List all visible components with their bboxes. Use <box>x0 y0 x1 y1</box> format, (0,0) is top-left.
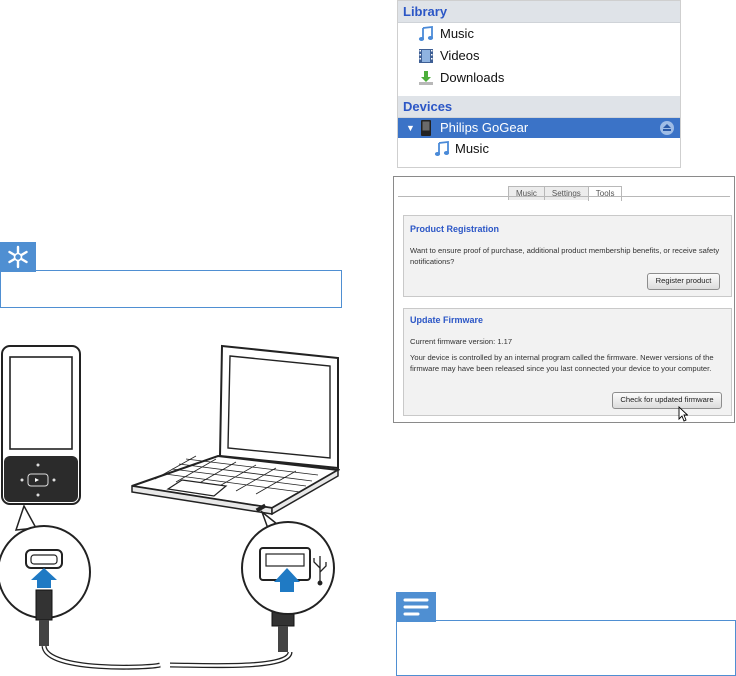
tip-box <box>0 271 342 308</box>
eject-icon[interactable] <box>660 121 674 135</box>
tools-panel: Music Settings Tools Product Registration … <box>393 176 735 423</box>
device-icon <box>421 120 431 136</box>
devices-header: Devices <box>398 96 680 118</box>
film-icon <box>419 49 433 63</box>
update-firmware-section: Update Firmware Current firmware version… <box>403 308 732 416</box>
music-note-icon <box>418 26 434 41</box>
product-registration-title: Product Registration <box>410 224 500 234</box>
update-firmware-title: Update Firmware <box>410 315 484 325</box>
update-firmware-text: Your device is controlled by an internal… <box>410 353 714 373</box>
laptop-port-zoom <box>241 509 335 615</box>
firmware-version-text: Current firmware version: 1.17 <box>410 337 513 346</box>
library-item-downloads[interactable]: Downloads <box>398 67 680 89</box>
library-panel: Library Music Videos Downloads Devices ▼ <box>397 0 681 168</box>
library-item-label: Videos <box>440 48 480 63</box>
lines-icon <box>403 598 429 616</box>
library-header: Library <box>398 1 680 23</box>
player-device <box>1 345 81 505</box>
library-item-label: Downloads <box>440 70 505 85</box>
library-item-music[interactable]: Music <box>398 23 680 45</box>
library-item-label: Music <box>440 26 474 41</box>
product-registration-text: Want to ensure proof of purchase, additi… <box>410 246 720 266</box>
music-note-icon <box>434 141 450 156</box>
library-item-videos[interactable]: Videos <box>398 45 680 67</box>
expand-triangle-icon[interactable]: ▼ <box>406 118 415 138</box>
download-icon <box>419 71 433 85</box>
tab-tools[interactable]: Tools <box>587 186 623 201</box>
laptop <box>131 344 340 516</box>
note-icon <box>396 592 436 622</box>
mouse-cursor-icon <box>678 406 688 422</box>
asterisk-icon <box>8 245 28 269</box>
note-box <box>396 621 736 676</box>
device-child-music[interactable]: Music <box>398 138 680 160</box>
product-registration-section: Product Registration Want to ensure proo… <box>403 215 732 297</box>
check-firmware-button[interactable]: Check for updated firmware <box>612 392 722 409</box>
tab-music[interactable]: Music <box>508 186 545 200</box>
tab-bar: Music Settings Tools <box>508 183 623 201</box>
tip-icon <box>0 242 36 272</box>
device-child-label: Music <box>455 141 489 156</box>
usb-connection-illustration <box>0 344 340 670</box>
device-label: Philips GoGear <box>440 120 529 135</box>
register-product-button[interactable]: Register product <box>647 273 720 290</box>
tab-settings[interactable]: Settings <box>543 186 589 200</box>
device-item-philips-gogear[interactable]: ▼ Philips GoGear <box>398 118 680 138</box>
